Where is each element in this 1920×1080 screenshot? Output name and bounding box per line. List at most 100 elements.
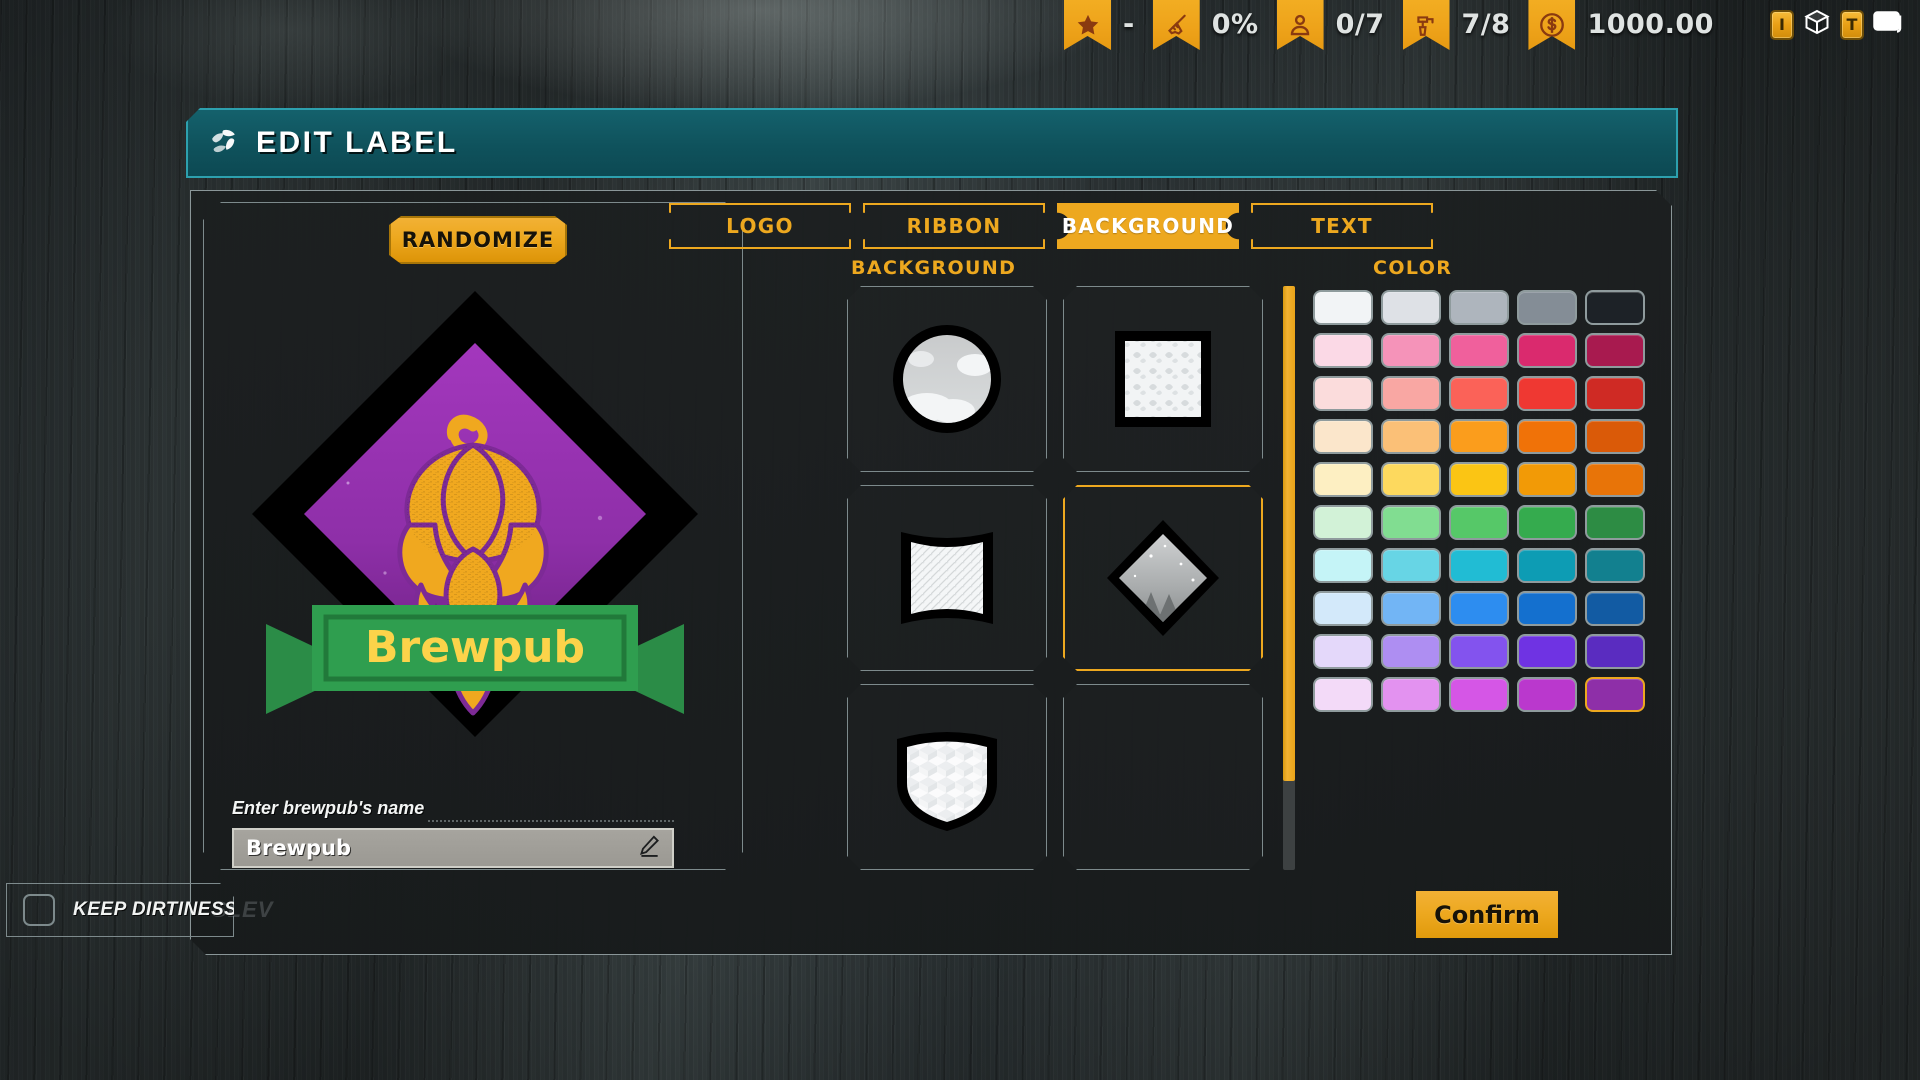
scrollbar-thumb[interactable]	[1283, 286, 1295, 781]
color-swatch-r1-c3[interactable]	[1445, 286, 1513, 329]
color-swatch-r3-c1[interactable]	[1309, 372, 1377, 415]
color-swatch-r9-c1[interactable]	[1309, 630, 1377, 673]
coin-icon	[1528, 0, 1576, 50]
tab-background[interactable]: BACKGROUND	[1057, 203, 1239, 249]
color-swatch-r1-c1[interactable]	[1309, 286, 1377, 329]
swatch-fill	[1381, 591, 1441, 626]
color-swatch-r2-c2[interactable]	[1377, 329, 1445, 372]
cleanliness-stat: 0%	[1211, 9, 1259, 40]
star-icon	[1064, 0, 1111, 50]
swatch-fill	[1313, 591, 1373, 626]
swatch-fill	[1381, 333, 1441, 368]
color-swatch-r6-c3[interactable]	[1445, 501, 1513, 544]
color-swatch-r5-c3[interactable]	[1445, 458, 1513, 501]
color-swatch-r5-c5[interactable]	[1581, 458, 1649, 501]
swatch-fill	[1381, 677, 1441, 712]
color-swatch-r10-c4[interactable]	[1513, 673, 1581, 716]
color-swatch-r10-c3[interactable]	[1445, 673, 1513, 716]
keep-dirtiness-option[interactable]: KEEP DIRTINESS	[6, 883, 234, 937]
shape-grid-scrollbar[interactable]	[1283, 286, 1295, 870]
color-swatch-r1-c4[interactable]	[1513, 286, 1581, 329]
color-swatch-r8-c1[interactable]	[1309, 587, 1377, 630]
swatch-fill	[1313, 333, 1373, 368]
color-swatch-r10-c2[interactable]	[1377, 673, 1445, 716]
hud-stat-group: - 0% 0/7 7/8 1000.00	[1064, 0, 1732, 50]
color-swatch-r5-c4[interactable]	[1513, 458, 1581, 501]
box-icon[interactable]	[1803, 8, 1831, 41]
tab-text-label: TEXT	[1311, 214, 1373, 238]
color-swatch-r4-c1[interactable]	[1309, 415, 1377, 458]
brewpub-name-input[interactable]: Brewpub	[232, 828, 674, 868]
color-swatch-r9-c5[interactable]	[1581, 630, 1649, 673]
swatch-fill	[1313, 462, 1373, 497]
color-swatch-r7-c3[interactable]	[1445, 544, 1513, 587]
swatch-fill	[1585, 462, 1645, 497]
color-swatch-r7-c1[interactable]	[1309, 544, 1377, 587]
color-swatch-r8-c5[interactable]	[1581, 587, 1649, 630]
color-swatch-r2-c5[interactable]	[1581, 329, 1649, 372]
color-swatch-r1-c2[interactable]	[1377, 286, 1445, 329]
color-swatch-r7-c4[interactable]	[1513, 544, 1581, 587]
color-swatch-r6-c5[interactable]	[1581, 501, 1649, 544]
tab-ribbon[interactable]: RIBBON	[863, 203, 1045, 249]
color-swatch-r5-c1[interactable]	[1309, 458, 1377, 501]
color-swatch-r9-c2[interactable]	[1377, 630, 1445, 673]
background-section-caption: BACKGROUND	[851, 257, 1017, 279]
shape-shield-hatch[interactable]	[847, 485, 1047, 671]
pencil-icon[interactable]	[636, 833, 662, 864]
color-swatch-r4-c3[interactable]	[1445, 415, 1513, 458]
tab-text[interactable]: TEXT	[1251, 203, 1433, 249]
tab-logo[interactable]: LOGO	[669, 203, 851, 249]
swatch-fill	[1585, 677, 1645, 712]
color-swatch-r10-c5[interactable]	[1581, 673, 1649, 716]
color-swatch-r8-c4[interactable]	[1513, 587, 1581, 630]
color-swatch-r9-c3[interactable]	[1445, 630, 1513, 673]
info-key-badge[interactable]: I	[1770, 9, 1794, 40]
swatch-fill	[1449, 462, 1509, 497]
color-swatch-r3-c2[interactable]	[1377, 372, 1445, 415]
label-artwork-preview: Brewpub	[230, 273, 720, 783]
swatch-fill	[1517, 333, 1577, 368]
swatch-fill	[1585, 634, 1645, 669]
color-swatch-r6-c2[interactable]	[1377, 501, 1445, 544]
color-swatch-r7-c5[interactable]	[1581, 544, 1649, 587]
color-swatch-r4-c2[interactable]	[1377, 415, 1445, 458]
shape-empty[interactable]	[1063, 684, 1263, 870]
color-swatch-r5-c2[interactable]	[1377, 458, 1445, 501]
swatch-fill	[1517, 591, 1577, 626]
color-swatch-r6-c4[interactable]	[1513, 501, 1581, 544]
confirm-button[interactable]: Confirm	[1416, 891, 1558, 938]
color-swatch-r3-c3[interactable]	[1445, 372, 1513, 415]
swatch-fill	[1381, 634, 1441, 669]
color-swatch-r1-c5[interactable]	[1581, 286, 1649, 329]
swatch-fill	[1585, 333, 1645, 368]
color-swatch-r6-c1[interactable]	[1309, 501, 1377, 544]
shape-crest-cubes[interactable]	[847, 684, 1047, 870]
screen-icon[interactable]	[1873, 10, 1903, 39]
swatch-fill	[1381, 548, 1441, 583]
color-swatch-r4-c5[interactable]	[1581, 415, 1649, 458]
shape-circle-clouds[interactable]	[847, 286, 1047, 472]
randomize-button[interactable]: RANDOMIZE	[389, 216, 567, 264]
swatch-fill	[1449, 376, 1509, 411]
color-swatch-r3-c4[interactable]	[1513, 372, 1581, 415]
shape-diamond-forest[interactable]	[1063, 485, 1263, 671]
color-swatch-r8-c2[interactable]	[1377, 587, 1445, 630]
swatch-fill	[1313, 548, 1373, 583]
text-key-badge[interactable]: T	[1840, 9, 1864, 40]
color-swatch-r3-c5[interactable]	[1581, 372, 1649, 415]
swatch-fill	[1585, 548, 1645, 583]
color-swatch-r9-c4[interactable]	[1513, 630, 1581, 673]
color-swatch-r8-c3[interactable]	[1445, 587, 1513, 630]
keep-dirtiness-checkbox[interactable]	[23, 894, 55, 926]
swatch-fill	[1381, 505, 1441, 540]
swatch-fill	[1517, 548, 1577, 583]
shape-square-floral[interactable]	[1063, 286, 1263, 472]
color-swatch-r2-c4[interactable]	[1513, 329, 1581, 372]
color-swatch-r10-c1[interactable]	[1309, 673, 1377, 716]
color-swatch-r4-c4[interactable]	[1513, 415, 1581, 458]
color-swatch-r2-c1[interactable]	[1309, 329, 1377, 372]
color-swatch-r2-c3[interactable]	[1445, 329, 1513, 372]
swatch-fill	[1585, 290, 1645, 325]
color-swatch-r7-c2[interactable]	[1377, 544, 1445, 587]
